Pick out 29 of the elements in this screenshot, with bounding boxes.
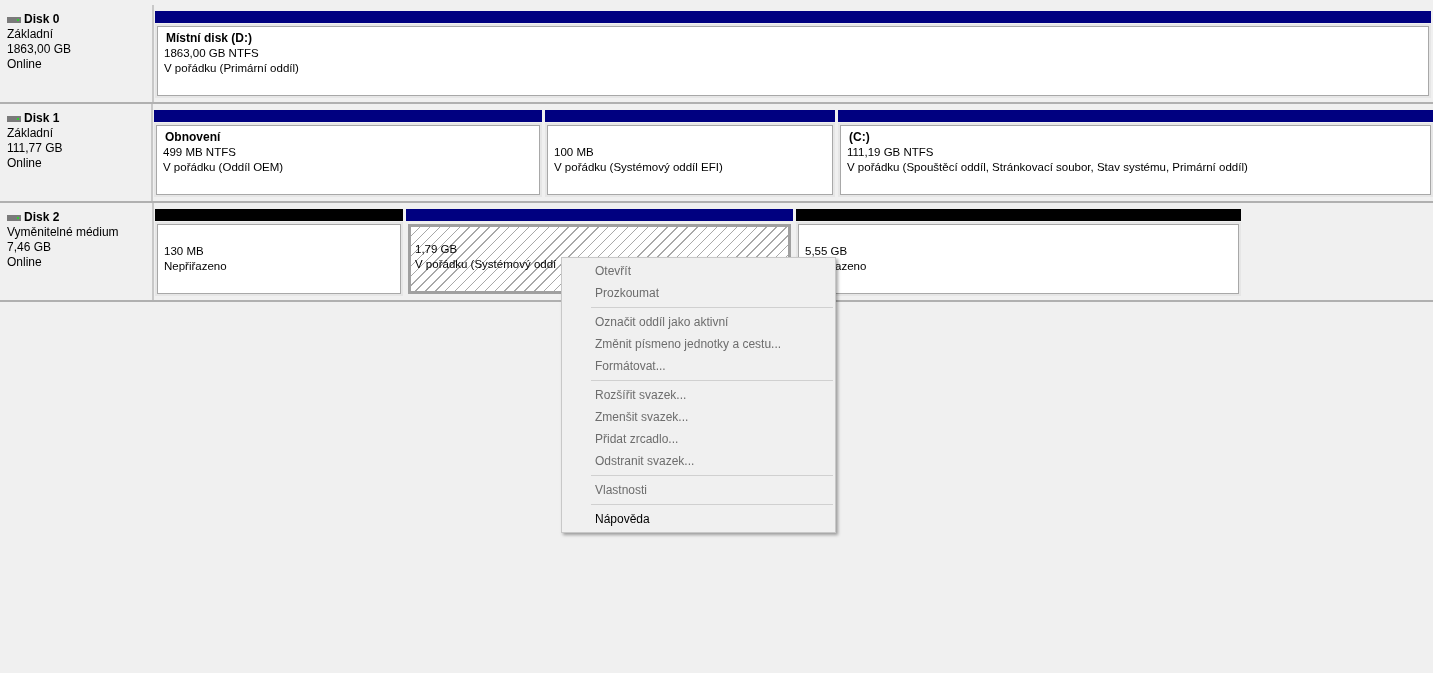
partition-size: 130 MB <box>164 244 204 259</box>
disk-status: Online <box>7 156 43 171</box>
partition-size: 5,55 GB <box>805 244 848 259</box>
disk-name: Disk 2 <box>24 210 60 225</box>
partition-size: 111,19 GB NTFS <box>847 145 934 160</box>
disk-type: Základní <box>7 27 55 42</box>
partition-status: V pořádku (Systémový oddíl EFI) <box>554 160 723 175</box>
partition-title: Obnovení <box>164 130 222 145</box>
partition-status: V pořádku (Spouštěcí oddíl, Stránkovací soubor, Stav systému, Primární oddíl) <box>847 160 1248 175</box>
partition-status: V pořádku (Oddíl OEM) <box>163 160 284 175</box>
partition-status: Nepřiřazeno <box>164 259 227 274</box>
disk-type: Základní <box>7 126 55 141</box>
partition-status: V pořádku (Systémový oddí <box>415 257 557 272</box>
disk-name: Disk 1 <box>24 111 60 126</box>
partition-size: 1,79 GB <box>415 242 458 257</box>
partition-size: 1863,00 GB NTFS <box>164 46 259 61</box>
disk-size: 7,46 GB <box>7 240 53 255</box>
disk-type: Vyměnitelné médium <box>7 225 120 240</box>
disk-status: Online <box>7 255 43 270</box>
partition-status: azeno <box>835 259 867 274</box>
partition-size: 499 MB NTFS <box>163 145 236 160</box>
partition-title: (C:) <box>848 130 871 145</box>
disk-name: Disk 0 <box>24 12 60 27</box>
disk-status: Online <box>7 57 43 72</box>
partition-size: 100 MB <box>554 145 594 160</box>
partition-title: Místní disk (D:) <box>165 31 253 46</box>
disk-size: 1863,00 GB <box>7 42 73 57</box>
disk-size: 111,77 GB <box>7 141 64 156</box>
partition-status: V pořádku (Primární oddíl) <box>164 61 299 76</box>
